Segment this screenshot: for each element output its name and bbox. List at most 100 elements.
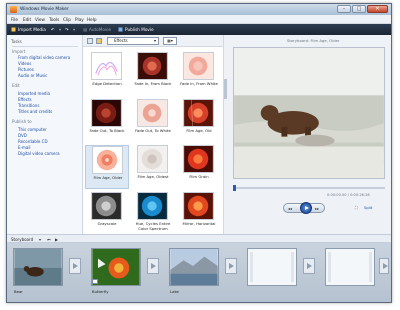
fade-out-black-thumb <box>91 99 122 127</box>
link-audio-music[interactable]: Audio or Music <box>18 73 47 78</box>
fade-out-white-thumb <box>137 99 168 127</box>
fade-in-black-thumb <box>137 52 168 80</box>
link-imported-media[interactable]: Imported media <box>18 91 50 96</box>
empty-clip-slot-icon[interactable] <box>247 248 297 286</box>
storyboard-dropdown-chevron-icon[interactable]: ▾ <box>39 237 41 242</box>
import-icon <box>11 27 16 32</box>
effect-item[interactable]: Hue, Cycles Entire Color Spectrum <box>131 192 175 236</box>
effect-item-selected[interactable]: Film Age, Older <box>85 145 129 189</box>
effect-item[interactable]: Mirror, Horizontal <box>177 192 221 236</box>
split-button[interactable]: Split <box>364 205 372 210</box>
menu-help[interactable]: Help <box>87 17 97 22</box>
movie-maker-app-icon <box>10 6 17 13</box>
collections-icon[interactable] <box>96 38 102 44</box>
link-transitions[interactable]: Transitions <box>18 103 39 108</box>
mirror-horizontal-thumb <box>183 192 214 220</box>
link-dvd[interactable]: DVD <box>18 133 27 138</box>
minimize-button[interactable]: – <box>337 5 351 13</box>
storyboard-clip[interactable]: Lake <box>169 248 221 296</box>
effect-item[interactable]: Film Age, Oldest <box>131 145 175 189</box>
publish-movie-button[interactable]: Publish Movie <box>125 27 154 32</box>
fullscreen-icon[interactable]: ⛶ <box>355 205 358 210</box>
empty-clip-slot-icon[interactable] <box>325 248 375 286</box>
effect-item[interactable]: Fade Out, To Black <box>85 99 129 143</box>
edge-detection-thumb <box>91 52 122 80</box>
link-this-computer[interactable]: This computer <box>18 127 47 132</box>
preview-monitor: Storyboard: Film Age, Older 0:00:00.00 /… <box>227 35 391 234</box>
toolbar: Import Media ↶ ▾ ↷ ▾ ▤ AutoMovie Publish… <box>7 24 391 35</box>
close-button[interactable]: ✕ <box>367 5 388 13</box>
transition-slot[interactable] <box>69 258 81 274</box>
effect-label: Hue, Cycles Entire Color Spectrum <box>135 221 171 231</box>
clip-label: Lake <box>170 289 179 294</box>
tasks-header: Tasks <box>11 39 22 44</box>
transition-slot[interactable] <box>303 258 315 274</box>
next-frame-icon[interactable]: ▸▸ <box>315 206 319 211</box>
movie-maker-window: Windows Movie Maker – □ ✕ File Edit View… <box>6 3 392 303</box>
film-age-old-thumb <box>183 99 214 127</box>
view-options-button[interactable]: ▦▾ <box>163 37 177 45</box>
play-storyboard-icon[interactable]: ▶ <box>55 237 58 242</box>
clip-label: Bear <box>14 289 23 294</box>
rewind-storyboard-icon[interactable]: ⏮ <box>47 237 51 242</box>
link-videos[interactable]: Videos <box>18 61 31 66</box>
maximize-button[interactable]: □ <box>352 5 366 13</box>
effect-applied-icon <box>92 279 98 284</box>
lake-clip-thumb <box>169 248 219 286</box>
link-pictures[interactable]: Pictures <box>18 67 34 72</box>
effect-item[interactable]: Film Grain <box>177 145 221 189</box>
undo-icon[interactable]: ↶ <box>51 27 55 32</box>
link-email[interactable]: E-mail <box>18 145 31 150</box>
menu-clip[interactable]: Clip <box>63 17 71 22</box>
film-grain-thumb <box>183 145 214 173</box>
previous-frame-icon[interactable]: ◂◂ <box>288 206 292 211</box>
seek-knob[interactable] <box>233 185 236 191</box>
menu-view[interactable]: View <box>35 17 45 22</box>
collection-toolbar: Effects ▾ ▦▾ <box>83 35 227 47</box>
link-from-video-camera[interactable]: From digital video camera <box>18 55 70 60</box>
redo-icon[interactable]: ↷ <box>65 27 69 32</box>
link-titles-credits[interactable]: Titles and credits <box>18 109 52 114</box>
effect-item[interactable]: Fade In, From White <box>177 52 221 96</box>
storyboard-clip[interactable]: Butterfly <box>91 248 143 296</box>
menu-tools[interactable]: Tools <box>49 17 59 22</box>
menu-play[interactable]: Play <box>75 17 84 22</box>
link-digital-video-camera[interactable]: Digital video camera <box>18 151 60 156</box>
menu-edit[interactable]: Edit <box>23 17 31 22</box>
storyboard-clip[interactable]: Bear <box>13 248 65 296</box>
effect-label: Fade In, From White <box>180 81 218 86</box>
storyboard-dropdown[interactable]: Storyboard <box>11 237 33 242</box>
effect-item[interactable]: Film Age, Old <box>177 99 221 143</box>
fade-in-white-thumb <box>183 52 214 80</box>
butterfly-clip-thumb <box>91 248 141 286</box>
effect-item[interactable]: Edge Detection <box>85 52 129 96</box>
link-effects[interactable]: Effects <box>18 97 32 102</box>
menu-bar: File Edit View Tools Clip Play Help <box>7 15 391 24</box>
effect-item[interactable]: Grayscale <box>85 192 129 236</box>
film-age-older-thumb <box>92 146 123 174</box>
effect-label: Mirror, Horizontal <box>182 221 216 226</box>
transition-slot[interactable] <box>147 258 159 274</box>
tasks-toggle-icon[interactable] <box>87 38 93 44</box>
menu-file[interactable]: File <box>11 17 18 22</box>
transition-slot[interactable] <box>379 258 389 274</box>
link-recordable-cd[interactable]: Recordable CD <box>18 139 48 144</box>
import-media-button[interactable]: Import Media <box>18 27 46 32</box>
undo-dropdown-icon[interactable]: ▾ <box>59 27 61 32</box>
automovie-icon: ▤ <box>83 27 87 32</box>
effect-label: Film Age, Oldest <box>137 174 169 179</box>
hue-cycle-thumb <box>137 192 168 220</box>
play-button[interactable] <box>300 202 312 214</box>
chevron-down-icon: ▾ <box>153 38 156 43</box>
effect-item[interactable]: Fade Out, To White <box>131 99 175 143</box>
seek-bar[interactable] <box>233 185 385 191</box>
playback-time: 0:00:00.00 / 0:00:26.38 <box>327 193 370 197</box>
effect-item[interactable]: Fade In, From Black <box>131 52 175 96</box>
automovie-button[interactable]: AutoMovie <box>89 27 111 32</box>
effect-label: Fade Out, To Black <box>89 128 125 133</box>
tasks-section-publish: Publish to <box>12 119 32 124</box>
transition-slot[interactable] <box>225 258 237 274</box>
collection-dropdown[interactable]: Effects ▾ <box>107 37 159 45</box>
redo-dropdown-icon[interactable]: ▾ <box>73 27 75 32</box>
preview-screen-image <box>233 47 385 179</box>
